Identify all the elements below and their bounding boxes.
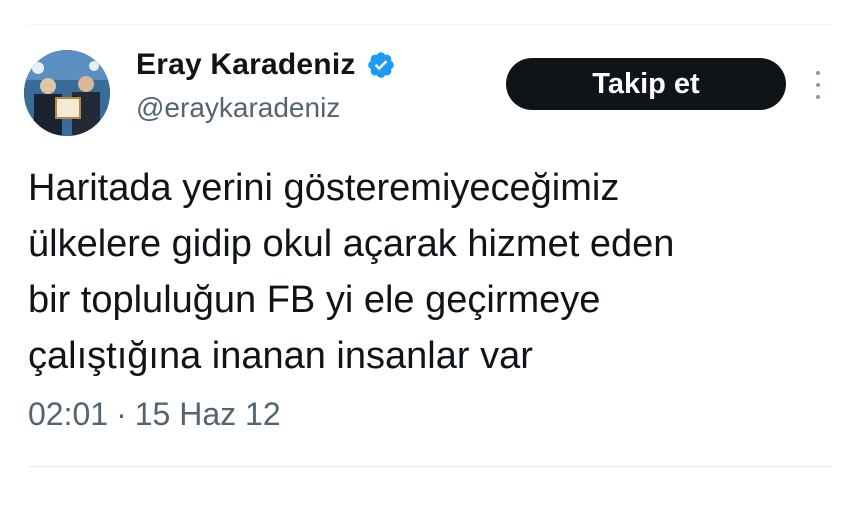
bottom-divider — [28, 466, 832, 467]
tweet-text-line: ülkelere gidip okul açarak hizmet eden — [28, 223, 675, 265]
tweet-card: Eray Karadeniz @eraykaradeniz Takip et H… — [0, 0, 860, 505]
timestamp-separator: · — [116, 396, 127, 432]
avatar[interactable] — [24, 50, 110, 136]
tweet-date: 15 Haz 12 — [134, 396, 281, 432]
more-options-icon[interactable] — [808, 68, 828, 102]
tweet-text-line: bir topluluğun FB yi ele geçirmeye — [28, 279, 601, 321]
follow-button[interactable]: Takip et — [506, 58, 786, 110]
tweet-time: 02:01 — [28, 396, 109, 432]
tweet-text-line: çalıştığına inanan insanlar var — [28, 335, 533, 377]
author-handle[interactable]: @eraykaradeniz — [136, 92, 340, 124]
tweet-text-line: Haritada yerini gösteremiyeceğimiz — [28, 167, 620, 209]
tweet-text: Haritada yerini gösteremiyeceğimiz ülkel… — [28, 160, 828, 384]
verified-badge-icon — [366, 50, 396, 80]
tweet-timestamp[interactable]: 02:01 · 15 Haz 12 — [28, 396, 281, 433]
author-name-row: Eray Karadeniz — [136, 48, 396, 82]
top-divider — [28, 24, 832, 25]
author-display-name[interactable]: Eray Karadeniz — [136, 48, 356, 82]
